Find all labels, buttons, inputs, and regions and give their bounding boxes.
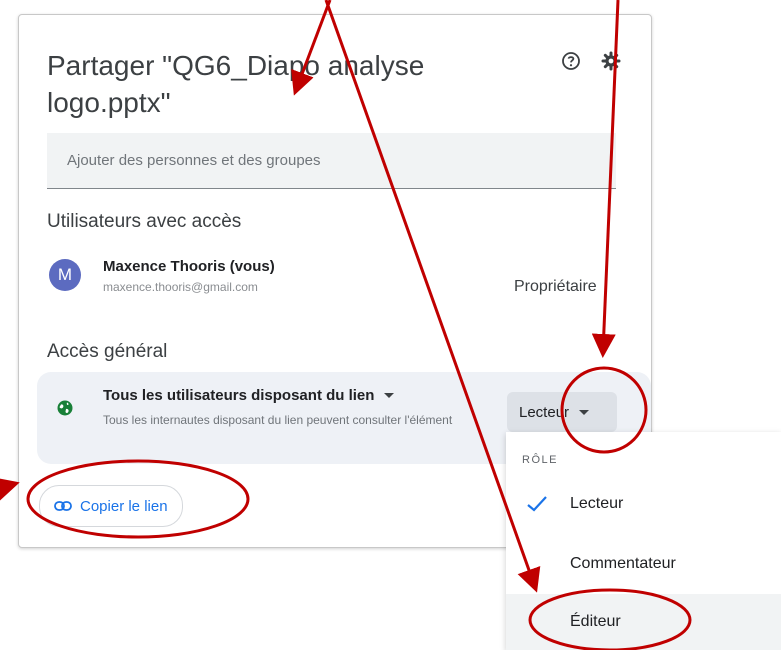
chevron-down-icon	[384, 393, 395, 398]
avatar: M	[49, 259, 81, 291]
role-option-lecteur[interactable]: Lecteur	[506, 476, 781, 532]
link-role-label: Lecteur	[519, 403, 570, 421]
access-type-dropdown[interactable]: Tous les utilisateurs disposant du lien	[103, 387, 395, 404]
user-name: Maxence Thooris (vous)	[103, 258, 275, 275]
role-option-label: Lecteur	[570, 495, 624, 512]
role-menu: RÔLE Lecteur Commentateur Éditeur	[506, 432, 781, 650]
annotation-arrow	[0, 477, 20, 501]
copy-link-button[interactable]: Copier le lien	[39, 485, 183, 527]
role-menu-header: RÔLE	[522, 454, 558, 466]
link-icon	[54, 501, 72, 511]
user-email: maxence.thooris@gmail.com	[103, 280, 258, 294]
check-icon	[527, 496, 547, 512]
globe-icon	[57, 400, 73, 416]
add-people-input[interactable]	[47, 133, 616, 189]
general-access-title: Accès général	[47, 341, 168, 362]
role-option-editeur[interactable]: Éditeur	[506, 594, 781, 650]
dialog-title: Partager "QG6_Diapo analyse logo.pptx"	[47, 50, 425, 118]
help-icon[interactable]	[559, 49, 583, 73]
link-role-dropdown[interactable]: Lecteur	[507, 392, 617, 432]
gear-icon[interactable]	[599, 49, 623, 73]
user-role: Propriétaire	[514, 278, 597, 295]
access-type-label: Tous les utilisateurs disposant du lien	[103, 387, 375, 404]
role-option-label: Éditeur	[570, 613, 621, 630]
users-section-title: Utilisateurs avec accès	[47, 211, 242, 232]
role-option-label: Commentateur	[570, 555, 676, 572]
chevron-down-icon	[579, 409, 590, 415]
access-description: Tous les internautes disposant du lien p…	[103, 413, 453, 427]
role-option-commentateur[interactable]: Commentateur	[506, 536, 781, 592]
copy-link-label: Copier le lien	[80, 497, 168, 515]
